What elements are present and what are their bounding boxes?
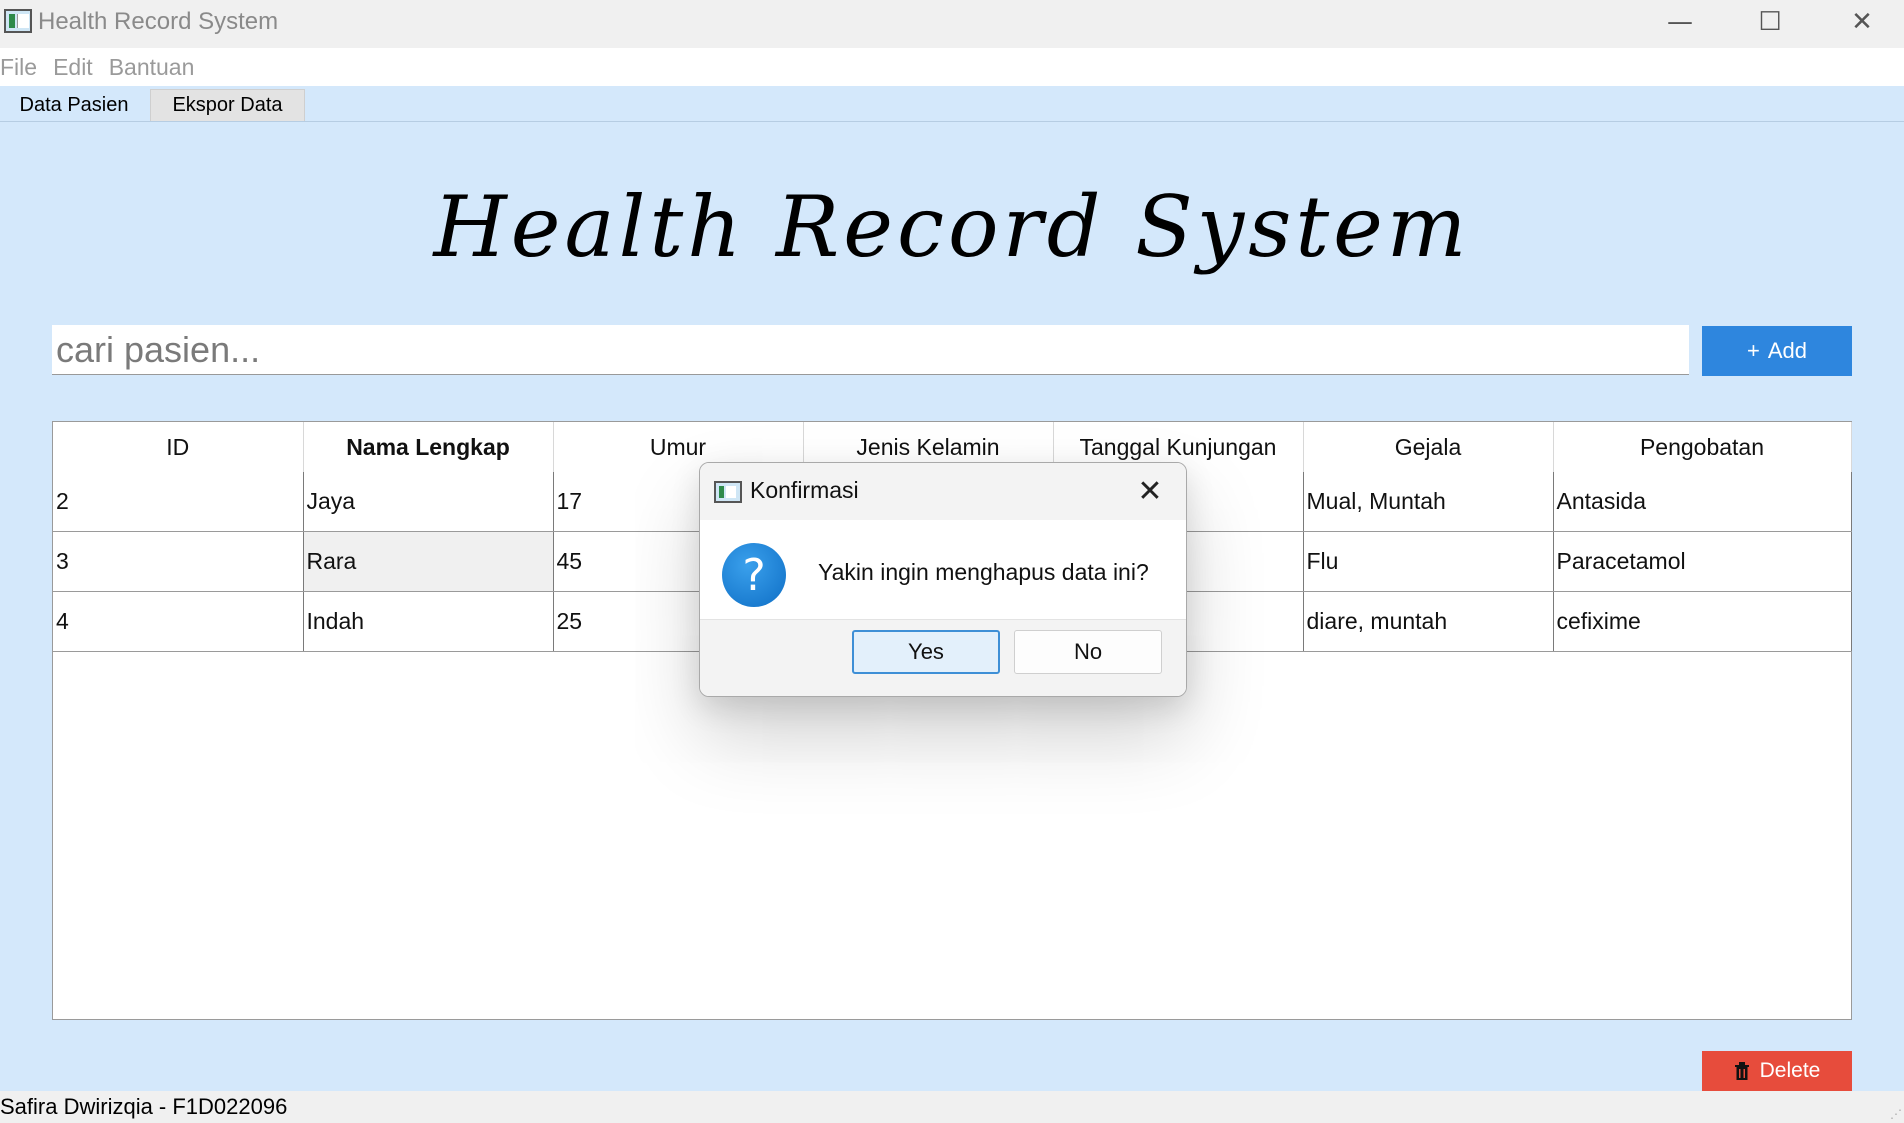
window-title: Health Record System [38,8,279,35]
column-header-nama-lengkap[interactable]: Nama Lengkap [303,422,554,472]
table-cell-selected[interactable]: Rara [303,531,554,592]
status-text: Safira Dwirizqia - F1D022096 [0,1094,288,1119]
table-cell[interactable]: diare, muntah [1303,591,1554,652]
dialog-title: Konfirmasi [750,477,859,503]
delete-button-label: Delete [1759,1059,1821,1082]
dialog-message: Yakin ingin menghapus data ini? [818,559,1149,585]
table-cell[interactable]: 3 [53,531,304,592]
window-titlebar: Health Record System — ☐ ✕ [0,0,1904,48]
column-header-pengobatan[interactable]: Pengobatan [1553,422,1852,472]
menu-bar: File Edit Bantuan [0,48,1904,86]
table-cell[interactable]: Antasida [1553,472,1852,532]
table-cell[interactable]: Indah [303,591,554,652]
menu-bantuan[interactable]: Bantuan [109,54,195,81]
tab-bar: Data Pasien Ekspor Data [0,87,1904,122]
table-cell[interactable]: 4 [53,591,304,652]
status-bar: Safira Dwirizqia - F1D022096 ⋰ [0,1091,1904,1123]
menu-file[interactable]: File [0,54,37,81]
dialog-app-icon [714,481,742,503]
yes-button[interactable]: Yes [852,630,1000,674]
table-cell[interactable]: Flu [1303,531,1554,592]
tab-ekspor-data[interactable]: Ekspor Data [150,89,305,121]
resize-grip-icon[interactable]: ⋰ [1890,1107,1902,1121]
delete-button[interactable]: Delete [1702,1051,1852,1091]
dialog-footer: Yes No [700,619,1186,696]
add-button-label: Add [1767,338,1807,363]
table-cell[interactable]: Paracetamol [1553,531,1852,592]
tab-data-pasien[interactable]: Data Pasien [0,89,148,121]
search-input[interactable] [52,325,1689,375]
close-window-button[interactable]: ✕ [1818,0,1904,44]
add-button[interactable]: + Add [1702,326,1852,376]
app-icon [4,9,32,33]
no-button[interactable]: No [1014,630,1162,674]
table-cell[interactable]: cefixime [1553,591,1852,652]
dialog-titlebar: Konfirmasi ✕ [700,463,1186,520]
table-cell[interactable]: Mual, Muntah [1303,472,1554,532]
question-icon: ? [722,543,786,607]
minimize-button[interactable]: — [1636,0,1724,44]
column-header-gejala[interactable]: Gejala [1303,422,1554,472]
confirm-dialog: Konfirmasi ✕ ? Yakin ingin menghapus dat… [699,462,1187,697]
dialog-close-button[interactable]: ✕ [1130,473,1170,509]
trash-icon [1734,1062,1749,1080]
table-cell[interactable]: 2 [53,472,304,532]
menu-edit[interactable]: Edit [53,54,93,81]
plus-icon: + [1746,338,1760,363]
table-cell[interactable]: Jaya [303,472,554,532]
maximize-button[interactable]: ☐ [1726,0,1814,44]
column-header-id[interactable]: ID [53,422,304,472]
page-title: Health Record System [433,178,1471,276]
